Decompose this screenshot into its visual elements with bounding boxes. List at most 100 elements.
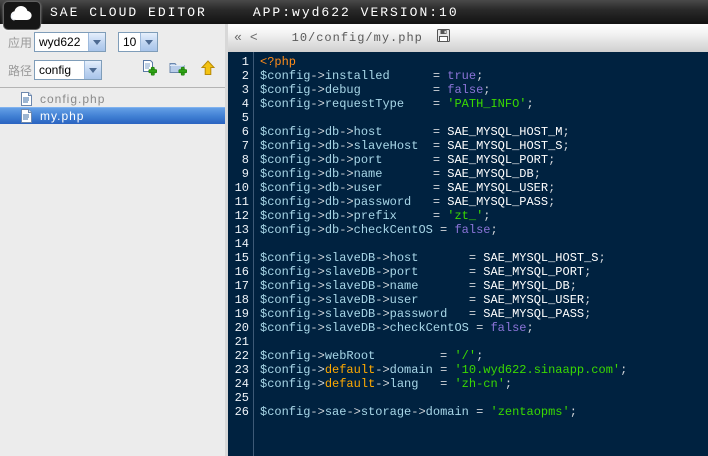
code-line-20[interactable]: 20 $config->slaveDB->checkCentOS = false; [228,321,708,335]
document-icon [20,109,32,123]
app-select-value: wyd622 [39,35,81,49]
line-number: 14 [234,237,249,251]
line-number: 2 [241,69,249,83]
app-title: SAE CLOUD EDITOR [50,4,207,20]
titlebar: SAE CLOUD EDITOR APP:wyd622 VERSION:10 [0,0,708,24]
code-text: $config->slaveDB->host = SAE_MYSQL_HOST_… [260,251,606,265]
line-number: 18 [234,293,249,307]
new-folder-button[interactable] [169,60,188,81]
line-number: 24 [234,377,249,391]
code-text: $config->slaveDB->port = SAE_MYSQL_PORT; [260,265,592,279]
code-line-8[interactable]: 8 $config->db->port = SAE_MYSQL_PORT; [228,153,708,167]
code-text: $config->db->prefix = 'zt_'; [260,209,491,223]
code-line-22[interactable]: 22 $config->webRoot = '/'; [228,349,708,363]
code-line-11[interactable]: 11 $config->db->password = SAE_MYSQL_PASS… [228,195,708,209]
code-line-15[interactable]: 15 $config->slaveDB->host = SAE_MYSQL_HOS… [228,251,708,265]
code-line-4[interactable]: 4 $config->requestType = 'PATH_INFO'; [228,97,708,111]
line-number: 8 [241,153,249,167]
path-select[interactable]: config [34,60,102,80]
code-text: $config->debug = false; [260,83,491,97]
line-number: 3 [241,83,249,97]
line-number: 10 [234,181,249,195]
line-number: 26 [234,405,249,419]
new-file-button[interactable] [139,59,157,81]
sidebar: 应用 wyd622 10 路径 config config.php my.php [0,24,228,456]
code-line-12[interactable]: 12 $config->db->prefix = 'zt_'; [228,209,708,223]
file-name: config.php [40,91,106,106]
code-line-14[interactable]: 14 [228,237,708,251]
line-number: 20 [234,321,249,335]
app-row: 应用 wyd622 10 [0,28,225,56]
code-text: $config->db->password = SAE_MYSQL_PASS; [260,195,556,209]
line-number: 16 [234,265,249,279]
code-text: $config->installed = true; [260,69,484,83]
line-number: 11 [234,195,249,209]
code-editor[interactable]: 1 <?php 2 $config->installed = true; 3 $confi… [228,52,708,456]
code-text: $config->db->port = SAE_MYSQL_PORT; [260,153,556,167]
file-list: config.php my.php [0,88,225,124]
code-text: $config->requestType = 'PATH_INFO'; [260,97,534,111]
app-select[interactable]: wyd622 [34,32,106,52]
sae-cloud-editor-window: { "titlebar": { "title": "SAE CLOUD EDIT… [0,0,708,456]
code-line-5[interactable]: 5 [228,111,708,125]
code-line-10[interactable]: 10 $config->db->user = SAE_MYSQL_USER; [228,181,708,195]
cloud-icon [10,5,34,26]
code-line-19[interactable]: 19 $config->slaveDB->password = SAE_MYSQL… [228,307,708,321]
code-text: $config->db->name = SAE_MYSQL_DB; [260,167,541,181]
code-text: $config->slaveDB->user = SAE_MYSQL_USER; [260,293,592,307]
code-line-6[interactable]: 6 $config->db->host = SAE_MYSQL_HOST_M; [228,125,708,139]
code-line-21[interactable]: 21 [228,335,708,349]
code-line-2[interactable]: 2 $config->installed = true; [228,69,708,83]
line-number: 12 [234,209,249,223]
line-number: 22 [234,349,249,363]
code-lines: 1 <?php 2 $config->installed = true; 3 $confi… [228,52,708,419]
chevron-down-icon[interactable] [84,61,101,79]
code-line-16[interactable]: 16 $config->slaveDB->port = SAE_MYSQL_POR… [228,265,708,279]
chevron-down-icon[interactable] [140,33,157,51]
code-line-9[interactable]: 9 $config->db->name = SAE_MYSQL_DB; [228,167,708,181]
new-file-icon [140,59,157,81]
parent-directory-button[interactable] [199,59,217,79]
file-toolbar [139,59,225,81]
version-select[interactable]: 10 [118,32,158,52]
code-line-18[interactable]: 18 $config->slaveDB->user = SAE_MYSQL_USE… [228,293,708,307]
code-line-25[interactable]: 25 [228,391,708,405]
chevron-down-icon[interactable] [88,33,105,51]
line-number: 4 [241,97,249,111]
line-number: 21 [234,335,249,349]
code-line-26[interactable]: 26 $config->sae->storage->domain = 'zenta… [228,405,708,419]
new-folder-icon [169,60,188,81]
code-text: $config->default->domain = '10.wyd622.si… [260,363,628,377]
path-select-value: config [39,63,72,77]
code-line-3[interactable]: 3 $config->debug = false; [228,83,708,97]
line-number: 17 [234,279,249,293]
tabbar: « < 10/config/my.php [228,24,708,52]
line-number: 19 [234,307,249,321]
code-line-13[interactable]: 13 $config->db->checkCentOS = false; [228,223,708,237]
line-number: 15 [234,251,249,265]
code-line-17[interactable]: 17 $config->slaveDB->name = SAE_MYSQL_DB; [228,279,708,293]
save-icon[interactable] [436,29,450,47]
code-text: $config->webRoot = '/'; [260,349,484,363]
line-number: 7 [241,139,249,153]
line-number: 13 [234,223,249,237]
collapse-sidebar-button[interactable]: « [230,25,246,51]
sae-logo [3,1,41,30]
scroll-tabs-left-button[interactable]: < [246,25,262,51]
tab-label: 10/config/my.php [291,31,423,45]
code-text: $config->db->checkCentOS = false; [260,223,498,237]
app-version-info: APP:wyd622 VERSION:10 [252,4,459,20]
file-item-config-php[interactable]: config.php [0,90,225,107]
tab-my-php[interactable]: 10/config/my.php [282,24,460,52]
code-line-1[interactable]: 1 <?php [228,55,708,69]
code-line-24[interactable]: 24 $config->default->lang = 'zh-cn'; [228,377,708,391]
code-line-7[interactable]: 7 $config->db->slaveHost = SAE_MYSQL_HOST… [228,139,708,153]
code-line-23[interactable]: 23 $config->default->domain = '10.wyd622.… [228,363,708,377]
line-number: 25 [234,391,249,405]
code-text: $config->slaveDB->checkCentOS = false; [260,321,534,335]
code-text: $config->db->slaveHost = SAE_MYSQL_HOST_… [260,139,570,153]
file-item-my-php[interactable]: my.php [0,107,225,124]
